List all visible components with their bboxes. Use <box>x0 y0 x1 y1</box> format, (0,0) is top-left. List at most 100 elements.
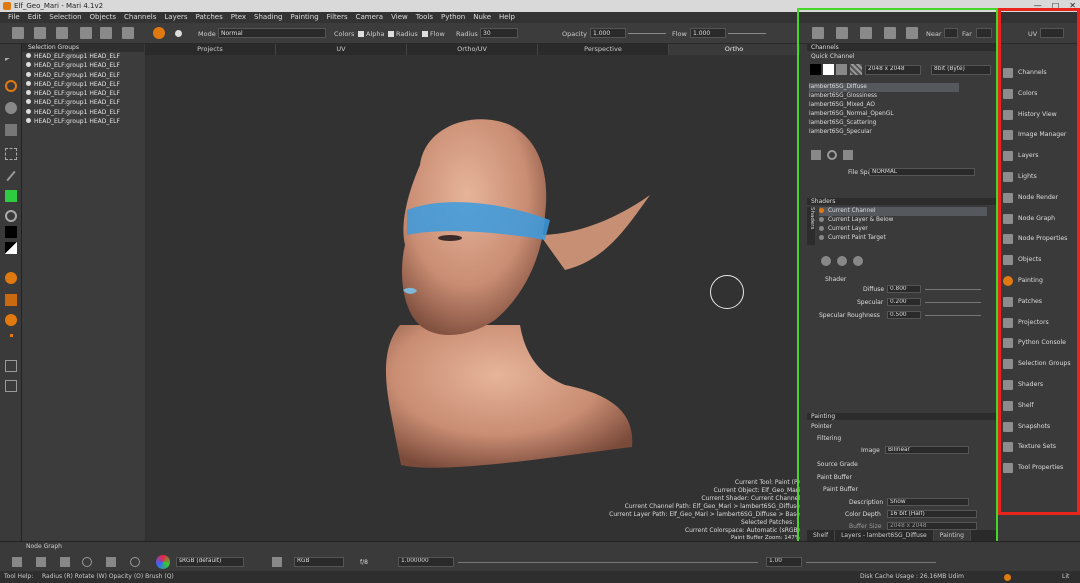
visibility-icon[interactable] <box>26 118 31 124</box>
menu-nuke[interactable]: Nuke <box>469 12 495 23</box>
menu-tools[interactable]: Tools <box>412 12 437 23</box>
move-icon[interactable] <box>36 557 46 567</box>
colorspace-dropdown[interactable]: sRGB (default) <box>176 557 244 567</box>
menu-help[interactable]: Help <box>495 12 519 23</box>
paint-tool-icon[interactable] <box>153 27 165 39</box>
flow-label: Flow <box>672 30 687 38</box>
node-graph-label[interactable]: Node Graph <box>26 543 62 550</box>
fill-icon[interactable] <box>5 272 17 284</box>
rotate-icon[interactable] <box>82 557 92 567</box>
visibility-icon[interactable] <box>26 71 31 77</box>
stencil-icon[interactable] <box>5 294 17 306</box>
background-color-swatch[interactable] <box>5 226 17 238</box>
visibility-icon[interactable] <box>26 62 31 68</box>
fstop-label: f/8 <box>360 559 368 566</box>
marquee-select-icon[interactable] <box>5 148 17 160</box>
eraser-icon[interactable] <box>5 102 17 114</box>
tab-ortho[interactable]: Ortho <box>669 44 800 55</box>
flow-slider[interactable] <box>728 33 766 34</box>
menu-ptex[interactable]: Ptex <box>227 12 250 23</box>
visibility-icon[interactable] <box>26 80 31 86</box>
visibility-icon[interactable] <box>26 108 31 114</box>
radius-input[interactable]: 30 <box>480 28 518 38</box>
menu-file[interactable]: File <box>4 12 24 23</box>
redo-icon[interactable] <box>100 27 112 39</box>
exposure-input[interactable]: 1.000000 <box>398 557 454 567</box>
down-icon[interactable] <box>60 557 70 567</box>
pen-icon[interactable] <box>6 170 16 182</box>
current-object-info: Current Object: Elf_Geo_Mari <box>713 487 800 494</box>
menu-filters[interactable]: Filters <box>323 12 352 23</box>
mode-dropdown[interactable]: Normal <box>218 28 326 38</box>
menu-python[interactable]: Python <box>437 12 469 23</box>
menu-camera[interactable]: Camera <box>352 12 387 23</box>
menu-shading[interactable]: Shading <box>250 12 286 23</box>
lut-icon[interactable] <box>272 557 282 567</box>
status-light-icon <box>1004 574 1011 581</box>
paint-brush-icon[interactable] <box>5 80 17 92</box>
tab-uv[interactable]: UV <box>276 44 407 55</box>
point-icon[interactable] <box>10 334 13 337</box>
menu-patches[interactable]: Patches <box>192 12 227 23</box>
layout-icon[interactable] <box>5 380 17 392</box>
frame-icon[interactable] <box>5 360 17 372</box>
snapshot-icon[interactable] <box>122 27 134 39</box>
tab-perspective[interactable]: Perspective <box>538 44 669 55</box>
tool-hints: Radius (R) Rotate (W) Opacity (O) Brush … <box>42 573 174 580</box>
disk-cache-usage: Disk Cache Usage : 26.16MB Udim <box>860 573 964 580</box>
selection-group-row[interactable]: HEAD_ELF:group1 HEAD_ELF <box>22 117 144 126</box>
current-tool-info: Current Tool: Paint (P) <box>734 479 800 486</box>
exposure-slider[interactable] <box>458 562 758 563</box>
tab-ortho-uv[interactable]: Ortho/UV <box>407 44 538 55</box>
3d-viewport[interactable]: Current Tool: Paint (P) Current Object: … <box>145 55 800 541</box>
current-shader-info: Current Shader: Current Channel <box>701 495 800 502</box>
menu-selection[interactable]: Selection <box>45 12 85 23</box>
selection-group-row[interactable]: HEAD_ELF:group1 HEAD_ELF <box>22 98 144 107</box>
selection-group-row[interactable]: HEAD_ELF:group1 HEAD_ELF <box>22 80 144 89</box>
menu-edit[interactable]: Edit <box>24 12 46 23</box>
menu-layers[interactable]: Layers <box>160 12 191 23</box>
sphere-icon[interactable] <box>5 314 17 326</box>
elf-head-model[interactable] <box>145 55 800 541</box>
brush-cursor <box>710 275 744 309</box>
back-icon[interactable] <box>12 557 22 567</box>
selection-group-row[interactable]: HEAD_ELF:group1 HEAD_ELF <box>22 108 144 117</box>
selection-group-row[interactable]: HEAD_ELF:group1 HEAD_ELF <box>22 89 144 98</box>
lit-mode-label[interactable]: Lit <box>1062 571 1069 583</box>
flow-checkbox[interactable] <box>422 31 428 37</box>
channel-mode-dropdown[interactable]: RGB <box>294 557 344 567</box>
foreground-color-swatch[interactable] <box>5 190 17 202</box>
save-icon[interactable] <box>56 27 68 39</box>
clone-stamp-icon[interactable] <box>5 124 17 136</box>
selection-group-row[interactable]: HEAD_ELF:group1 HEAD_ELF <box>22 61 144 70</box>
window-title: Elf_Geo_Mari - Mari 4.1v2 <box>14 2 104 10</box>
swap-colors-icon[interactable] <box>5 210 17 222</box>
opacity-slider[interactable] <box>628 33 666 34</box>
selection-group-row[interactable]: HEAD_ELF:group1 HEAD_ELF <box>22 52 144 61</box>
color-wheel-icon[interactable] <box>156 555 170 569</box>
menu-view[interactable]: View <box>387 12 412 23</box>
reset-colors-icon[interactable] <box>5 242 17 254</box>
select-arrow-icon[interactable] <box>5 58 10 61</box>
new-project-icon[interactable] <box>12 27 24 39</box>
selection-group-row[interactable]: HEAD_ELF:group1 HEAD_ELF <box>22 71 144 80</box>
menu-painting[interactable]: Painting <box>286 12 322 23</box>
status-bar: Tool Help: Radius (R) Rotate (W) Opacity… <box>0 571 1080 583</box>
opacity-input[interactable]: 1.000 <box>590 28 626 38</box>
flow-input[interactable]: 1.000 <box>690 28 726 38</box>
visibility-icon[interactable] <box>26 90 31 96</box>
radius-checkbox[interactable] <box>388 31 394 37</box>
menu-channels[interactable]: Channels <box>120 12 160 23</box>
gain-input[interactable]: 1.00 <box>766 557 802 567</box>
visibility-icon[interactable] <box>26 53 31 58</box>
gain-slider[interactable] <box>806 562 936 563</box>
brush-icon[interactable] <box>175 30 182 37</box>
open-project-icon[interactable] <box>34 27 46 39</box>
alpha-checkbox[interactable] <box>358 31 364 37</box>
zoom-icon[interactable] <box>130 557 140 567</box>
pan-icon[interactable] <box>106 557 116 567</box>
visibility-icon[interactable] <box>26 99 31 105</box>
menu-objects[interactable]: Objects <box>86 12 120 23</box>
undo-icon[interactable] <box>80 27 92 39</box>
tab-projects[interactable]: Projects <box>145 44 276 55</box>
